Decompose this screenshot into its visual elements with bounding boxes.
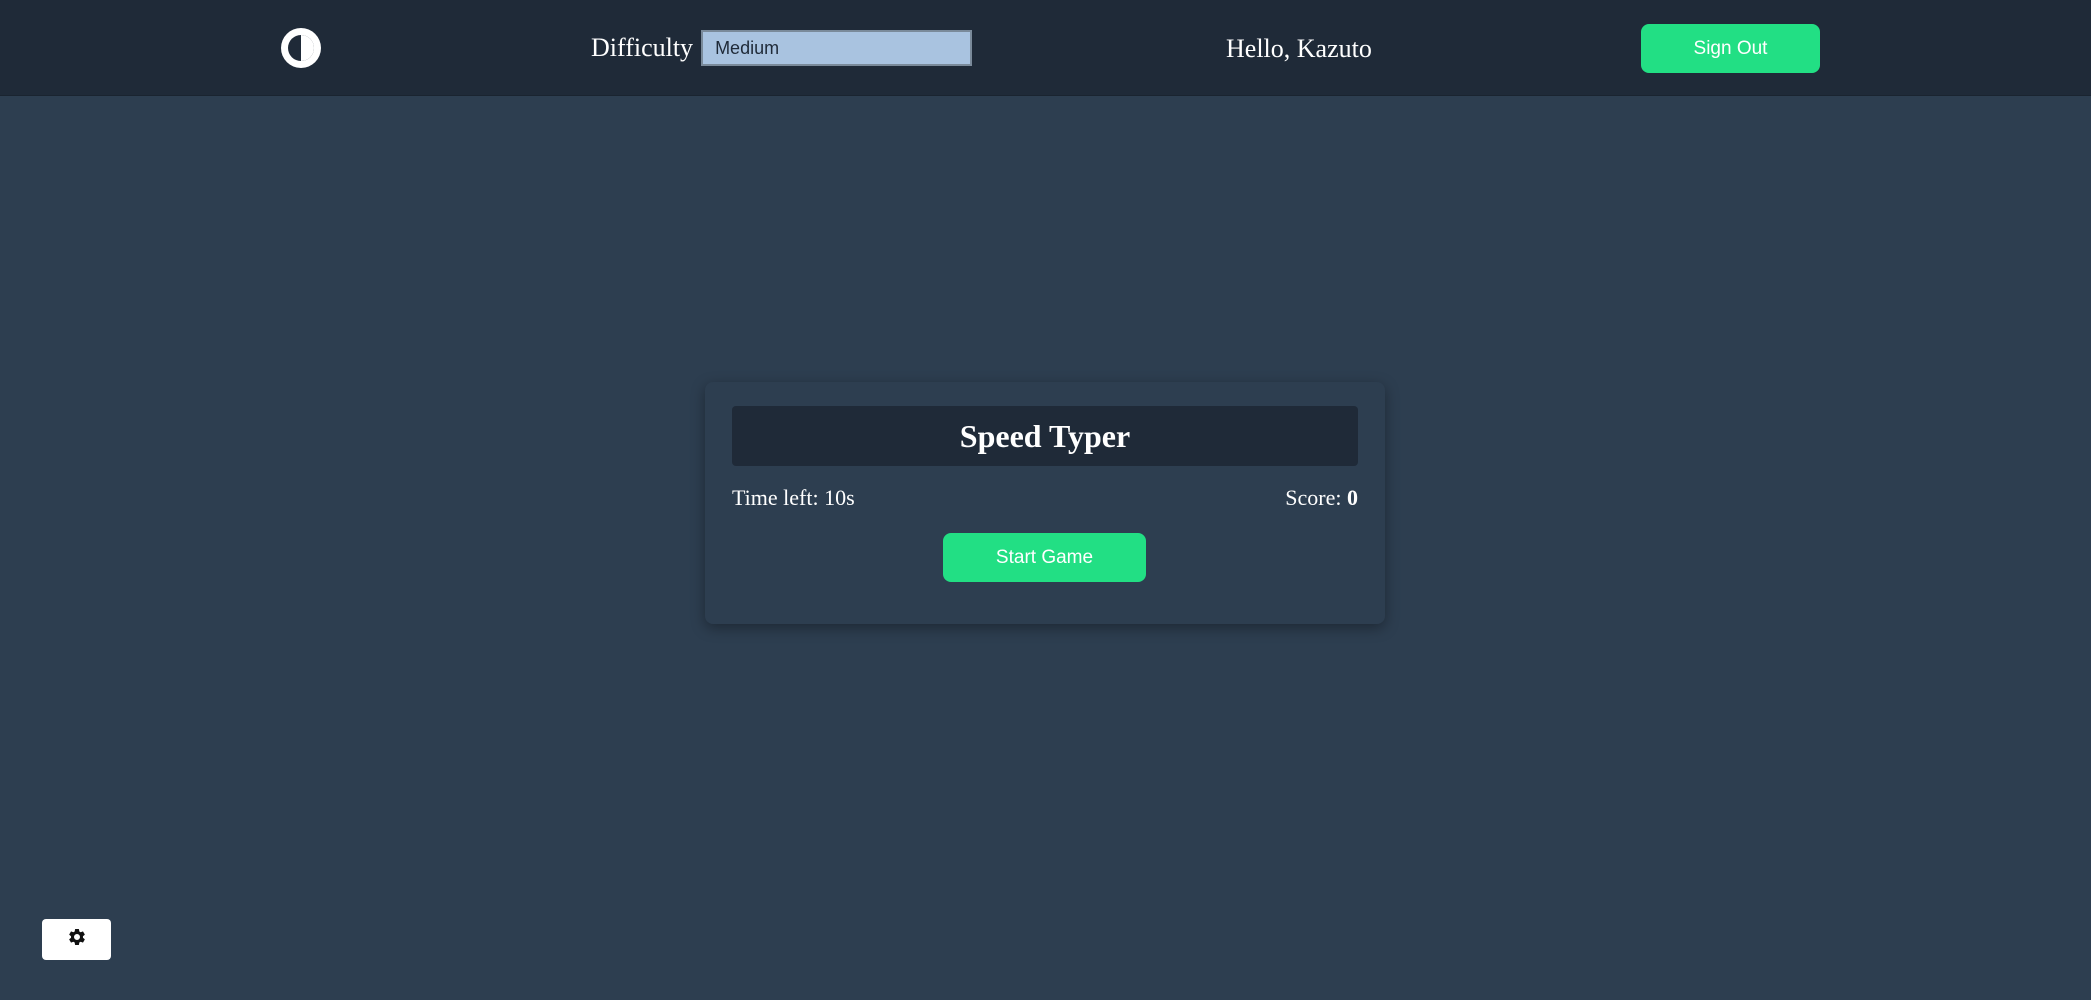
score-display: Score: 0 (1285, 482, 1358, 514)
game-title: Speed Typer (732, 406, 1358, 466)
start-game-button[interactable]: Start Game (943, 533, 1146, 582)
time-left-text: Time left: 10s (732, 485, 855, 510)
score-value: 0 (1347, 485, 1358, 510)
sign-out-button[interactable]: Sign Out (1641, 24, 1820, 73)
difficulty-control: Difficulty Medium (591, 29, 973, 67)
top-navbar: Difficulty Medium Hello, Kazuto Sign Out (0, 0, 2091, 96)
score-label: Score: (1285, 485, 1342, 510)
contrast-toggle-icon[interactable] (280, 27, 322, 69)
difficulty-label: Difficulty (591, 33, 694, 62)
gear-icon (67, 927, 87, 952)
game-card: Speed Typer Time left: 10s Score: 0 Star… (705, 382, 1385, 624)
difficulty-select[interactable]: Medium (701, 30, 973, 66)
user-greeting: Hello, Kazuto (1226, 34, 1372, 63)
settings-button[interactable] (42, 919, 111, 960)
